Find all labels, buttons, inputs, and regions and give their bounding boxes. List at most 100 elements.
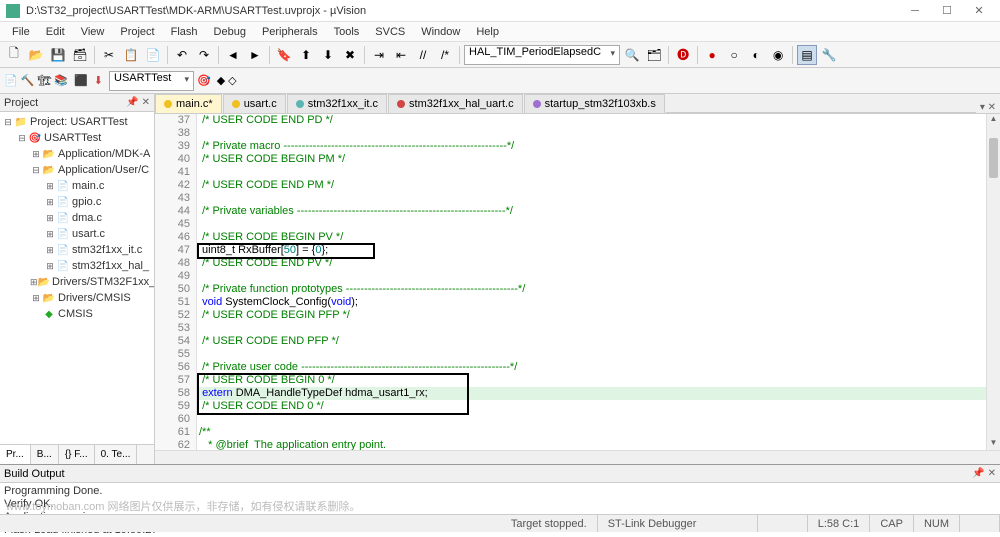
project-tab[interactable]: {} F...	[59, 445, 95, 464]
code-line[interactable]: /* Private user code -------------------…	[197, 361, 1000, 374]
tree-item[interactable]: ⊟🎯USARTTest	[2, 130, 152, 146]
menu-flash[interactable]: Flash	[163, 24, 206, 40]
tree-item[interactable]: ⊟📂Application/User/C	[2, 162, 152, 178]
tree-item[interactable]: ⊞📄gpio.c	[2, 194, 152, 210]
bookmark-prev-button[interactable]: ⬆	[296, 45, 316, 65]
code-line[interactable]	[197, 166, 1000, 179]
code-line[interactable]: /* USER CODE END PD */	[197, 114, 1000, 127]
project-tab[interactable]: Pr...	[0, 445, 31, 464]
project-tree[interactable]: ⊟📁Project: USARTTest⊟🎯USARTTest⊞📂Applica…	[0, 112, 154, 444]
manage-rte2-button[interactable]: ◇	[228, 74, 236, 87]
editor-tab[interactable]: startup_stm32f103xb.s	[524, 94, 665, 113]
code-line[interactable]: /* USER CODE BEGIN PFP */	[197, 309, 1000, 322]
tree-item[interactable]: ⊞📄stm32f1xx_hal_	[2, 258, 152, 274]
menu-help[interactable]: Help	[468, 24, 507, 40]
code-line[interactable]: /* USER CODE END 0 */	[197, 400, 1000, 413]
maximize-button[interactable]: ☐	[932, 2, 962, 20]
nav-forward-button[interactable]: ►	[245, 45, 265, 65]
nav-back-button[interactable]: ◄	[223, 45, 243, 65]
tree-item[interactable]: ⊞📄dma.c	[2, 210, 152, 226]
code-line[interactable]: void SystemClock_Config(void);	[197, 296, 1000, 309]
code-line[interactable]	[197, 127, 1000, 140]
menu-view[interactable]: View	[73, 24, 113, 40]
find-in-files-button[interactable]: 🗂	[644, 45, 664, 65]
comment-button[interactable]: //	[413, 45, 433, 65]
project-panel-pin-icon[interactable]: 📌 ✕	[126, 97, 150, 108]
code-line[interactable]: /* USER CODE BEGIN 0 */	[197, 374, 1000, 387]
menu-svcs[interactable]: SVCS	[367, 24, 413, 40]
menu-project[interactable]: Project	[112, 24, 162, 40]
build-button[interactable]: 🔨	[21, 74, 35, 87]
batch-build-button[interactable]: 📚	[54, 74, 68, 87]
undo-button[interactable]: ↶	[172, 45, 192, 65]
code-line[interactable]: extern DMA_HandleTypeDef hdma_usart1_rx;	[197, 387, 1000, 400]
menu-edit[interactable]: Edit	[38, 24, 73, 40]
code-line[interactable]	[197, 322, 1000, 335]
code-line[interactable]: /* USER CODE END PM */	[197, 179, 1000, 192]
menu-file[interactable]: File	[4, 24, 38, 40]
menu-peripherals[interactable]: Peripherals	[254, 24, 326, 40]
code-line[interactable]	[197, 413, 1000, 426]
editor-tab[interactable]: usart.c	[223, 94, 286, 113]
tree-item[interactable]: ⊟📁Project: USARTTest	[2, 114, 152, 130]
code-line[interactable]: /* USER CODE BEGIN PV */	[197, 231, 1000, 244]
find-combo[interactable]: HAL_TIM_PeriodElapsedC	[464, 45, 620, 65]
tree-item[interactable]: ⊞📄stm32f1xx_it.c	[2, 242, 152, 258]
outdent-button[interactable]: ⇤	[391, 45, 411, 65]
code-line[interactable]: /* USER CODE END PV */	[197, 257, 1000, 270]
minimize-button[interactable]: ─	[900, 2, 930, 20]
download-button[interactable]: ⬇	[94, 74, 103, 87]
horizontal-scrollbar[interactable]	[155, 450, 1000, 464]
save-button[interactable]: 💾	[48, 45, 68, 65]
project-tab[interactable]: B...	[31, 445, 59, 464]
open-button[interactable]: 📂	[26, 45, 46, 65]
editor-tab[interactable]: stm32f1xx_hal_uart.c	[388, 94, 523, 113]
code-line[interactable]	[197, 348, 1000, 361]
code-line[interactable]: /* USER CODE BEGIN PM */	[197, 153, 1000, 166]
code-line[interactable]	[197, 192, 1000, 205]
copy-button[interactable]: 📋	[121, 45, 141, 65]
save-all-button[interactable]: 🗃	[70, 45, 90, 65]
scroll-up-icon[interactable]: ▲	[987, 114, 1000, 126]
tree-item[interactable]: ⊞📂Drivers/CMSIS	[2, 290, 152, 306]
breakpoint-kill-button[interactable]: ◐	[746, 45, 766, 65]
tree-item[interactable]: ◆CMSIS	[2, 306, 152, 322]
cut-button[interactable]: ✂	[99, 45, 119, 65]
redo-button[interactable]: ↷	[194, 45, 214, 65]
project-tab[interactable]: 0. Te...	[95, 445, 138, 464]
find-button[interactable]: 🔍	[622, 45, 642, 65]
code-line[interactable]: /* Private variables -------------------…	[197, 205, 1000, 218]
debug-button[interactable]: 🅓	[673, 45, 693, 65]
target-select[interactable]: USARTTest	[109, 71, 194, 91]
window-split-button[interactable]: ▤	[797, 45, 817, 65]
menu-debug[interactable]: Debug	[206, 24, 254, 40]
config-button[interactable]: 🔧	[819, 45, 839, 65]
new-button[interactable]: 🗋	[4, 45, 24, 65]
code-line[interactable]	[197, 218, 1000, 231]
bookmark-button[interactable]: 🔖	[274, 45, 294, 65]
code-line[interactable]: /* USER CODE END PFP */	[197, 335, 1000, 348]
editor-tab[interactable]: stm32f1xx_it.c	[287, 94, 387, 113]
code-line[interactable]	[197, 270, 1000, 283]
tree-item[interactable]: ⊞📄main.c	[2, 178, 152, 194]
build-output-pin-icon[interactable]: 📌 ✕	[972, 468, 996, 479]
scroll-down-icon[interactable]: ▼	[987, 438, 1000, 450]
indent-button[interactable]: ⇥	[369, 45, 389, 65]
code-line[interactable]: uint8_t RxBuffer[50] = {0};	[197, 244, 1000, 257]
tree-item[interactable]: ⊞📂Application/MDK-A	[2, 146, 152, 162]
target-options-button[interactable]: 🎯	[197, 74, 211, 87]
scroll-thumb[interactable]	[989, 138, 998, 178]
paste-button[interactable]: 📄	[143, 45, 163, 65]
code-line[interactable]: * @brief The application entry point.	[197, 439, 1000, 450]
close-button[interactable]: ✕	[964, 2, 994, 20]
translate-button[interactable]: 📄	[4, 74, 18, 87]
tree-item[interactable]: ⊞📂Drivers/STM32F1xx_	[2, 274, 152, 290]
bookmark-clear-button[interactable]: ✖	[340, 45, 360, 65]
bookmark-next-button[interactable]: ⬇	[318, 45, 338, 65]
breakpoint-killall-button[interactable]: ◉	[768, 45, 788, 65]
editor-tab[interactable]: main.c*	[155, 94, 222, 113]
code-line[interactable]: /* Private macro -----------------------…	[197, 140, 1000, 153]
breakpoint-disable-button[interactable]: ○	[724, 45, 744, 65]
vertical-scrollbar[interactable]: ▲ ▼	[986, 114, 1000, 450]
rebuild-button[interactable]: 🏗	[37, 74, 51, 87]
